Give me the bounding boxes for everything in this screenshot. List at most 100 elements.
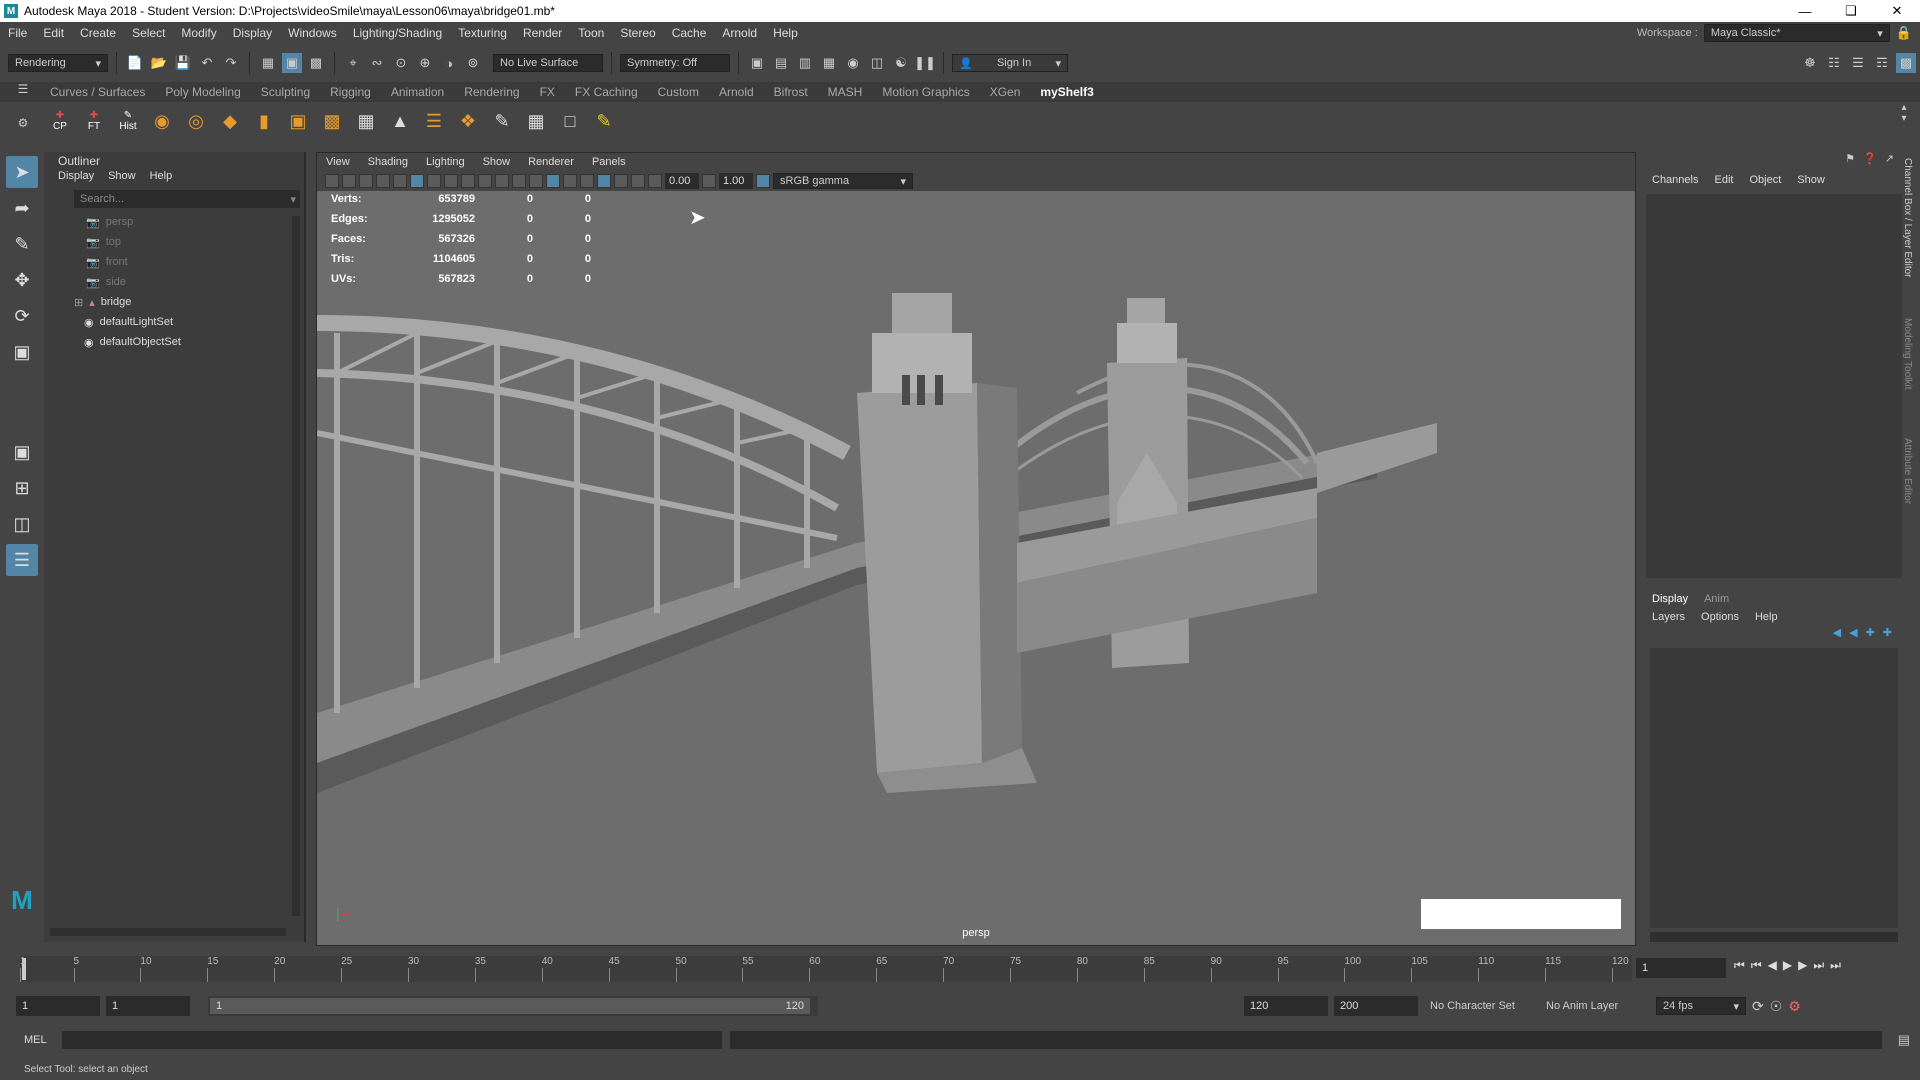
motion-blur-icon[interactable] bbox=[512, 174, 526, 188]
menu-file[interactable]: File bbox=[0, 26, 35, 40]
bridge-model[interactable] bbox=[317, 293, 1635, 943]
menuset-dropdown[interactable]: Rendering ▾ bbox=[8, 54, 108, 72]
anim-end-field[interactable]: 200 bbox=[1334, 996, 1418, 1016]
snap-curve-icon[interactable]: ∾ bbox=[367, 53, 387, 73]
new-scene-icon[interactable]: 📄 bbox=[125, 53, 145, 73]
menu-cache[interactable]: Cache bbox=[664, 26, 715, 40]
float-icon[interactable]: ↗ bbox=[1885, 152, 1894, 170]
layer-menu-layers[interactable]: Layers bbox=[1652, 611, 1685, 623]
loop-icon[interactable]: ⟳ bbox=[1752, 998, 1764, 1015]
xray-icon[interactable] bbox=[563, 174, 577, 188]
single-view-icon[interactable]: ▣ bbox=[6, 436, 38, 468]
snap-surface-icon[interactable]: ◑ bbox=[439, 53, 459, 73]
menu-help[interactable]: Help bbox=[765, 26, 806, 40]
step-back-key-icon[interactable]: ⏮ bbox=[1751, 958, 1762, 973]
outliner-item-top[interactable]: 📷 top bbox=[44, 232, 304, 252]
outliner-layout-icon[interactable]: ☰ bbox=[6, 544, 38, 576]
lasso-tool-icon[interactable]: ➦ bbox=[6, 192, 38, 224]
minimize-icon[interactable]: — bbox=[1782, 0, 1828, 22]
outliner-search-input[interactable]: Search... ▾ bbox=[74, 190, 300, 208]
save-scene-icon[interactable]: 💾 bbox=[173, 53, 193, 73]
layer-editor-icon[interactable]: ▩ bbox=[1896, 53, 1916, 73]
snap-point-icon[interactable]: ⊙ bbox=[391, 53, 411, 73]
redo-icon[interactable]: ↷ bbox=[221, 53, 241, 73]
viewport-menu-lighting[interactable]: Lighting bbox=[417, 156, 474, 168]
viewport-menu-view[interactable]: View bbox=[317, 156, 359, 168]
pause-icon[interactable]: ❚❚ bbox=[914, 53, 936, 73]
outliner-menu-help[interactable]: Help bbox=[150, 170, 173, 188]
outliner-item-bridge[interactable]: ⊞ ▴ bridge bbox=[44, 292, 304, 312]
two-view-icon[interactable]: ◫ bbox=[6, 508, 38, 540]
resolution-gate-icon[interactable] bbox=[597, 174, 611, 188]
ipr-render-icon[interactable]: ▥ bbox=[795, 53, 815, 73]
menu-edit[interactable]: Edit bbox=[35, 26, 72, 40]
shelf-tab-myshelf3[interactable]: myShelf3 bbox=[1030, 85, 1103, 99]
script-editor-icon[interactable]: ▤ bbox=[1898, 1032, 1910, 1048]
shadows-icon[interactable] bbox=[478, 174, 492, 188]
tool-settings-icon[interactable]: ☰ bbox=[1848, 53, 1868, 73]
pin-icon[interactable]: ⚑ bbox=[1845, 152, 1855, 170]
colorspace-dropdown[interactable]: sRGB gamma ▾ bbox=[773, 173, 913, 189]
arnold-render-icon[interactable]: ◫ bbox=[867, 53, 887, 73]
outliner-item-side[interactable]: 📷 side bbox=[44, 272, 304, 292]
snap-view-icon[interactable]: ⊕ bbox=[415, 53, 435, 73]
workspace-dropdown[interactable]: Maya Classic* ▾ bbox=[1703, 24, 1890, 42]
chevron-down-icon[interactable]: ▾ bbox=[1901, 113, 1906, 124]
shelf-tab-fx[interactable]: FX bbox=[530, 85, 565, 99]
shelf-tab-custom[interactable]: Custom bbox=[648, 85, 709, 99]
play-forward-icon[interactable]: ▶ bbox=[1783, 958, 1792, 973]
smooth-shade-icon[interactable] bbox=[427, 174, 441, 188]
layer-menu-options[interactable]: Options bbox=[1701, 611, 1739, 623]
cp-icon[interactable]: ✚ CP bbox=[46, 107, 74, 135]
menu-create[interactable]: Create bbox=[72, 26, 124, 40]
character-set-dropdown[interactable]: No Character Set bbox=[1424, 997, 1534, 1015]
exposure-icon[interactable] bbox=[648, 174, 662, 188]
poly-cube-icon[interactable]: ▣ bbox=[284, 107, 312, 135]
shelf-tab-motion-graphics[interactable]: Motion Graphics bbox=[872, 85, 979, 99]
layer-tab-anim[interactable]: Anim bbox=[1704, 593, 1729, 605]
viewport-menu-panels[interactable]: Panels bbox=[583, 156, 635, 168]
playback-start-field[interactable]: 1 bbox=[106, 996, 190, 1016]
side-tab-modeling-toolkit[interactable]: Modeling Toolkit bbox=[1902, 318, 1913, 418]
textured-icon[interactable] bbox=[444, 174, 458, 188]
poly-cylinder-icon[interactable]: ▮ bbox=[250, 107, 278, 135]
range-bar-fill[interactable]: 1 120 bbox=[210, 998, 810, 1014]
shelf-tab-curves-surfaces[interactable]: Curves / Surfaces bbox=[40, 85, 155, 99]
expand-icon[interactable]: ⊞ bbox=[74, 296, 83, 309]
bevel-icon[interactable]: ☰ bbox=[420, 107, 448, 135]
extrude-icon[interactable]: ▲ bbox=[386, 107, 414, 135]
uv-editor-icon[interactable]: □ bbox=[556, 107, 584, 135]
shelf-tab-sculpting[interactable]: Sculpting bbox=[251, 85, 320, 99]
outliner-item-persp[interactable]: 📷 persp bbox=[44, 212, 304, 232]
side-tab-channel-box[interactable]: Channel Box / Layer Editor bbox=[1902, 158, 1913, 298]
move-layer-down-icon[interactable]: ◀ bbox=[1849, 626, 1857, 644]
four-view-icon[interactable]: ⊞ bbox=[6, 472, 38, 504]
panel-divider[interactable] bbox=[1646, 578, 1902, 590]
script-language-label[interactable]: MEL bbox=[24, 1034, 54, 1046]
anim-prefs-icon[interactable]: ⚙ bbox=[1788, 998, 1801, 1015]
shelf-tab-animation[interactable]: Animation bbox=[381, 85, 454, 99]
script-icon[interactable]: ✎ bbox=[590, 107, 618, 135]
gear-icon[interactable]: ⚙ bbox=[18, 116, 29, 130]
step-forward-frame-icon[interactable]: ▶ bbox=[1798, 958, 1807, 973]
chevron-up-icon[interactable]: ▴ bbox=[1901, 102, 1906, 113]
auto-key-icon[interactable]: ☉ bbox=[1770, 998, 1783, 1015]
playback-end-field[interactable]: 120 bbox=[1244, 996, 1328, 1016]
shelf-tab-mash[interactable]: MASH bbox=[818, 85, 873, 99]
channel-menu-edit[interactable]: Edit bbox=[1714, 174, 1733, 186]
anti-aliasing-icon[interactable] bbox=[529, 174, 543, 188]
wireframe-icon[interactable] bbox=[410, 174, 424, 188]
symmetry-dropdown[interactable]: Symmetry: Off bbox=[620, 54, 730, 72]
layer-tab-display[interactable]: Display bbox=[1652, 593, 1688, 605]
channel-menu-object[interactable]: Object bbox=[1749, 174, 1781, 186]
insert-edge-loop-icon[interactable]: ▦ bbox=[522, 107, 550, 135]
shelf-tab-bifrost[interactable]: Bifrost bbox=[764, 85, 818, 99]
poly-sphere-icon[interactable]: ◉ bbox=[148, 107, 176, 135]
color-management-icon[interactable] bbox=[756, 174, 770, 188]
hypershade-icon[interactable]: ◉ bbox=[843, 53, 863, 73]
render-settings-icon[interactable]: ▣ bbox=[747, 53, 767, 73]
restore-icon[interactable]: ❏ bbox=[1828, 0, 1874, 22]
select-object-icon[interactable]: ▣ bbox=[282, 53, 302, 73]
mel-input[interactable] bbox=[62, 1031, 722, 1049]
camera-attributes-icon[interactable] bbox=[325, 174, 339, 188]
